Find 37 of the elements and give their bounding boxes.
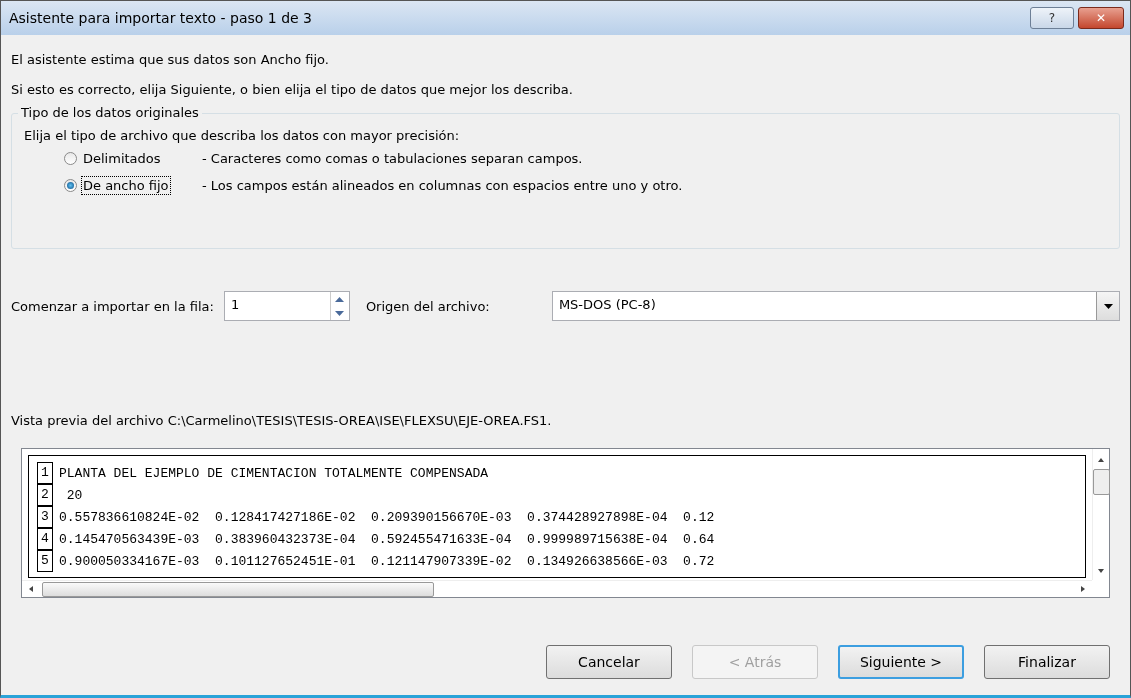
intro-text: Si esto es correcto, elija Siguiente, o bien elija el tipo de datos que mejor los describa. [11,81,574,99]
dialog-button[interactable]: Siguiente > [838,645,964,679]
option-description: - Caracteres como comas o tabulaciones separan campos. [202,151,583,166]
line-number: 3 [37,506,53,528]
up-arrow-icon[interactable] [335,296,345,302]
preview-line: PLANTA DEL EJEMPLO DE CIMENTACION TOTALMENTE COMPENSADA [59,465,489,481]
radio-button[interactable] [64,152,77,165]
origin-label: Origen del archivo: [365,298,491,314]
dialog-button[interactable]: Cancelar [546,645,672,679]
option-label[interactable]: Delimitados [82,150,162,167]
preview-line: 20 [65,487,83,503]
window-title: Asistente para importar texto - paso 1 de 3 [9,10,313,26]
line-number: 4 [37,528,53,550]
help-button[interactable]: ? [1030,7,1074,29]
option-label[interactable]: De ancho fijo [82,177,170,194]
line-number: 5 [37,550,53,572]
scroll-thumb[interactable] [1092,469,1110,495]
start-row-label: Comenzar a importar en la fila: [11,298,214,314]
intro-text: El asistente estima que sus datos son Ancho fijo. [11,51,330,69]
scroll-thumb[interactable] [42,581,434,597]
horizontal-scrollbar[interactable] [22,580,1092,597]
origin-dropdown[interactable]: MS-DOS (PC-8) [551,291,1120,321]
group-title: Tipo de los datos originales [18,105,202,120]
group-prompt: Elija el tipo de archivo que describa los datos con mayor precisión: [24,128,461,143]
preview-line: 0.900050334167E-03 0.101127652451E-01 0.121147907339E-02 0.134926638566E-03 0.72 [59,553,715,569]
start-row-spinner[interactable]: 1 [223,291,350,321]
down-arrow-icon[interactable] [335,310,345,316]
dropdown-arrow-icon[interactable] [1103,303,1113,309]
dialog-button[interactable]: Finalizar [984,645,1110,679]
line-number: 2 [37,484,53,506]
preview-line: 0.145470563439E-03 0.383960432373E-04 0.592455471633E-04 0.999989715638E-04 0.64 [59,531,715,547]
line-number: 1 [37,462,53,484]
option-description: - Los campos están alineados en columnas con espacios entre uno y otro. [202,178,683,193]
radio-button[interactable] [64,179,77,192]
preview-line: 0.557836610824E-02 0.128417427186E-02 0.209390156670E-03 0.374428927898E-04 0.12 [59,509,715,525]
preview-label: Vista previa del archivo C:\Carmelino\TESIS\TESIS-OREA\ISE\FLEXSU\EJE-OREA.FS1. [11,413,553,428]
vertical-scrollbar[interactable] [1092,449,1109,580]
